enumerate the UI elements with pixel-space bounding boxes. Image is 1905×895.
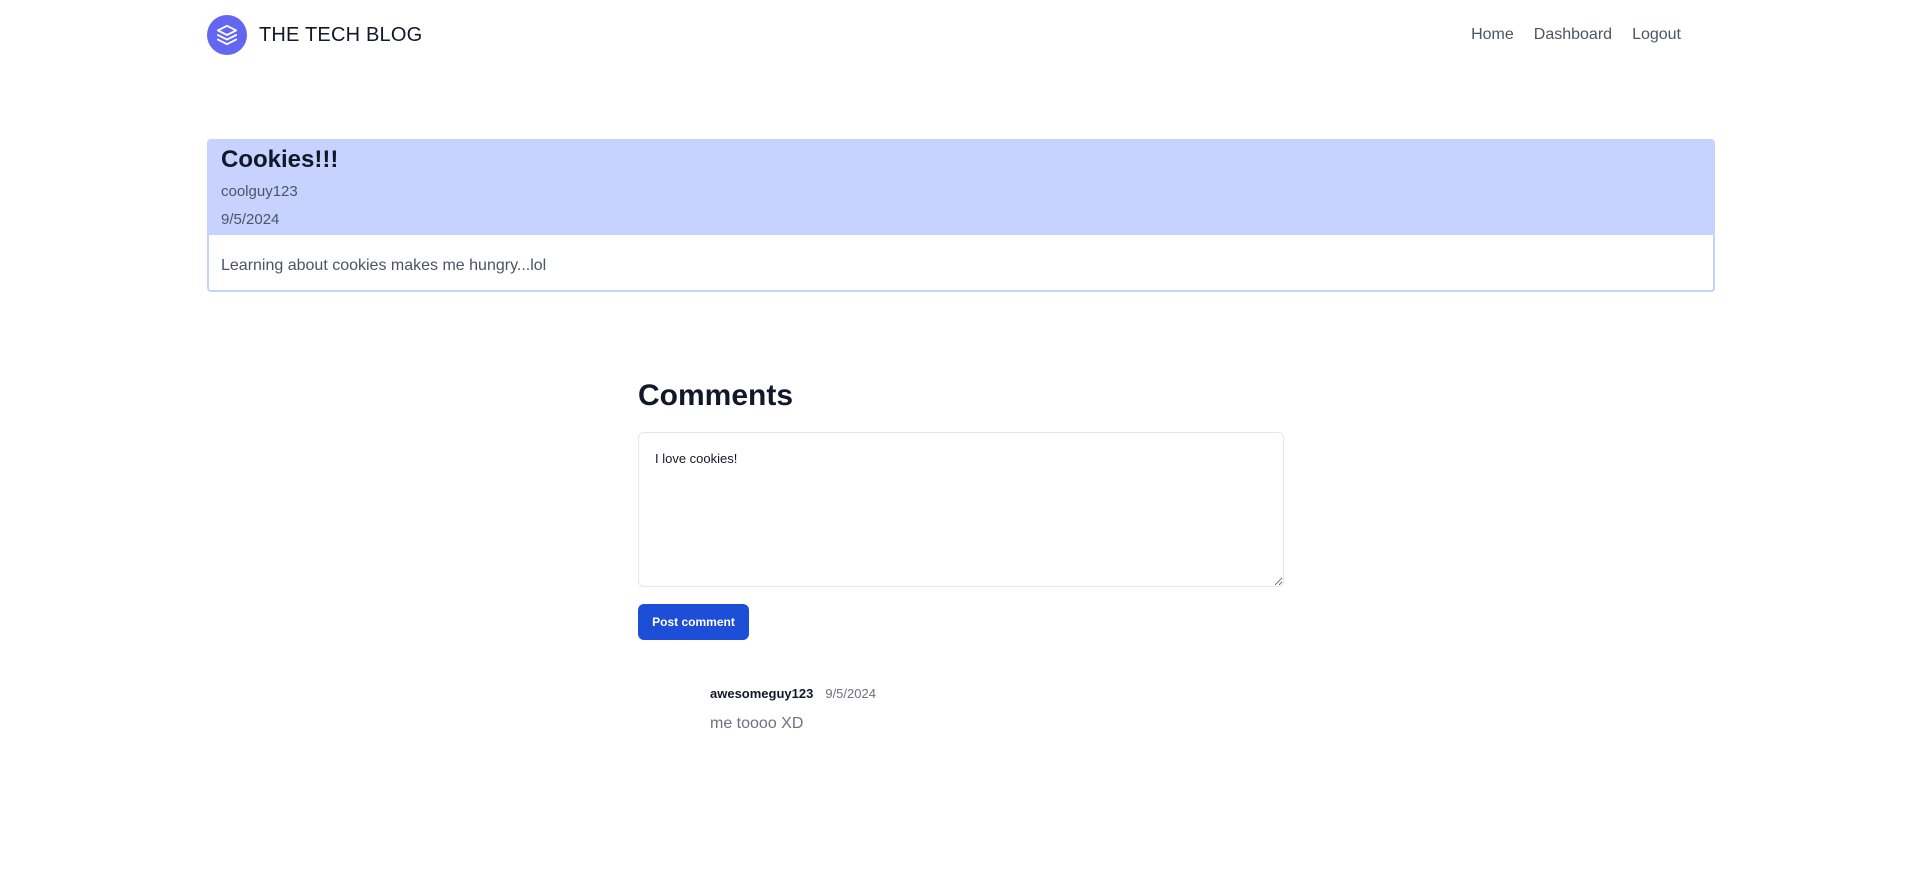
post-title: Cookies!!! [221,146,339,173]
comments-section: Comments Post comment awesomeguy123 9/5/… [638,378,1284,733]
post-body: Learning about cookies makes me hungry..… [221,257,547,274]
nav-home-link[interactable]: Home [1471,26,1514,44]
comment-text: me toooo XD [710,715,804,732]
post-comment-button[interactable]: Post comment [638,604,749,640]
brand-title: THE TECH BLOG [259,23,423,46]
post-card: Cookies!!! coolguy123 9/5/2024 Learning … [207,139,1715,292]
nav-dashboard-link[interactable]: Dashboard [1534,26,1612,44]
post-author: coolguy123 [221,183,298,200]
comment-item: awesomeguy123 9/5/2024 me toooo XD [710,686,1284,733]
site-header: THE TECH BLOG Home Dashboard Logout [207,0,1697,70]
comment-input[interactable] [638,432,1284,587]
brand-link[interactable]: THE TECH BLOG [207,15,422,55]
nav-logout-link[interactable]: Logout [1632,26,1681,44]
comment-date: 9/5/2024 [825,686,876,701]
comment-author: awesomeguy123 [710,686,814,701]
comment-meta: awesomeguy123 9/5/2024 [710,686,1284,701]
comments-heading: Comments [638,379,794,412]
layers-icon [207,15,247,55]
post-header: Cookies!!! coolguy123 9/5/2024 [209,141,1713,235]
main-nav: Home Dashboard Logout [1471,26,1681,44]
post-date: 9/5/2024 [221,211,280,228]
